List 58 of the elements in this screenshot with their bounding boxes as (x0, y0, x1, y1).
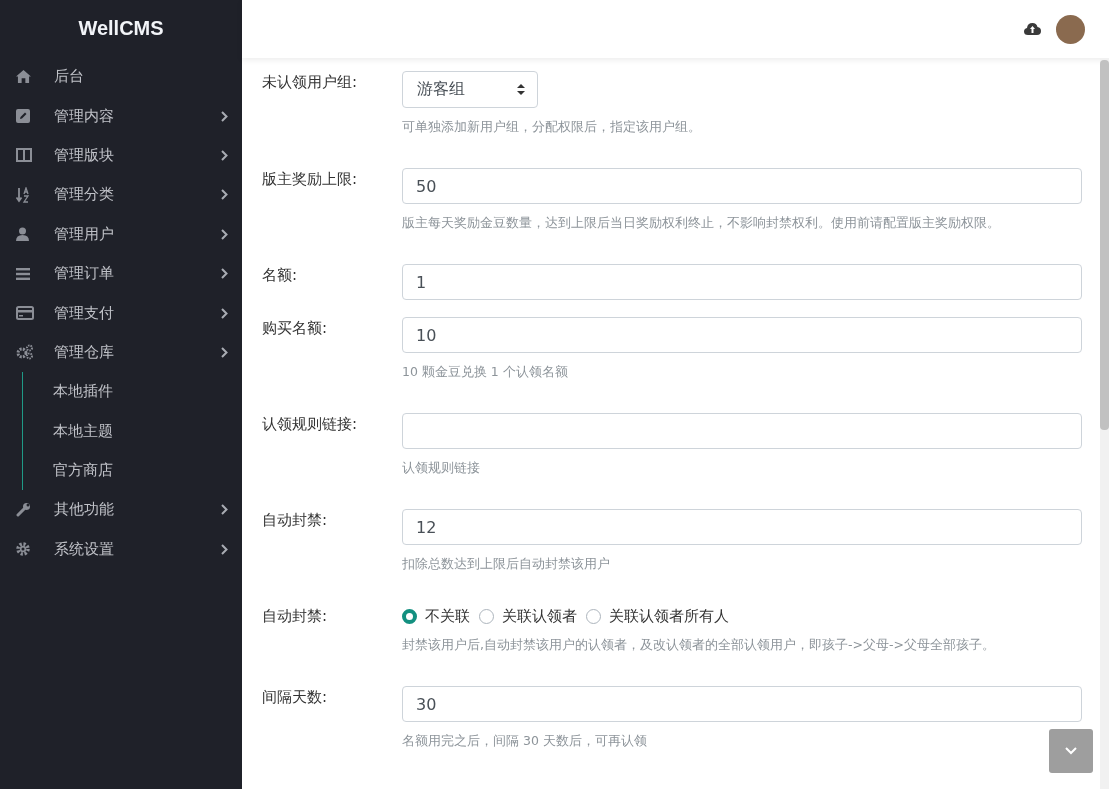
help-text: 版主每天奖励金豆数量，达到上限后当日奖励权利终止，不影响封禁权利。使用前请配置版主奖励权限。 (402, 214, 1001, 231)
field-label: 自动封禁: (262, 510, 329, 531)
help-text: 扣除总数达到上限后自动封禁该用户 (402, 555, 611, 572)
sidebar-item[interactable]: 管理用户 (0, 214, 242, 254)
input-field[interactable]: 30 (402, 686, 1082, 722)
gears-icon (16, 344, 34, 361)
home-icon (16, 70, 31, 84)
sidebar-item[interactable]: 管理分类 (0, 175, 242, 215)
settings-icon (16, 542, 30, 557)
select-field[interactable]: 游客组 (402, 71, 538, 108)
field-label: 认领规则链接: (262, 414, 359, 435)
submenu-item[interactable]: 本地主题 (23, 411, 242, 451)
avatar[interactable] (1056, 14, 1085, 44)
scrollbar[interactable] (1100, 58, 1109, 789)
input-field[interactable]: 50 (402, 168, 1082, 204)
credit-card-icon (16, 306, 34, 321)
sidebar-item[interactable]: 管理仓库 (0, 332, 242, 373)
help-text: 认领规则链接 (402, 459, 481, 476)
help-text: 名额用完之后，间隔 30 天数后，可再认领 (402, 732, 648, 749)
help-text: 10 颗金豆兑换 1 个认领名额 (402, 363, 569, 380)
sort-caret-icon (517, 84, 525, 95)
edit-icon (16, 109, 30, 124)
radio-label[interactable]: 不关联 (425, 607, 470, 626)
input-field[interactable] (402, 413, 1082, 449)
sort-icon (16, 186, 32, 203)
chevron-down-icon (1065, 747, 1077, 755)
field-label: 名额: (262, 265, 299, 286)
sidebar-item[interactable]: 管理内容 (0, 96, 242, 136)
radio-button[interactable] (402, 609, 417, 624)
user-icon (16, 227, 29, 242)
columns-icon (16, 148, 32, 163)
field-label: 未认领用户组: (262, 72, 359, 93)
sidebar-item[interactable]: 系统设置 (0, 529, 242, 570)
scroll-button[interactable] (1049, 729, 1093, 773)
cloud-upload-icon[interactable] (1024, 23, 1041, 35)
radio-button[interactable] (479, 609, 494, 624)
radio-label[interactable]: 关联认领者 (502, 607, 577, 626)
field-label: 自动封禁: (262, 606, 329, 627)
sidebar-item[interactable]: 其他功能 (0, 490, 242, 530)
radio-button[interactable] (586, 609, 601, 624)
wrench-icon (16, 502, 31, 518)
submenu-item[interactable]: 本地插件 (23, 372, 242, 412)
sidebar-item[interactable]: 管理订单 (0, 253, 242, 294)
submenu-item[interactable]: 官方商店 (23, 450, 242, 491)
field-label: 版主奖励上限: (262, 169, 359, 190)
input-field[interactable]: 12 (402, 509, 1082, 545)
sidebar-item[interactable]: 后台 (0, 57, 242, 97)
list-icon (16, 267, 30, 280)
sidebar-item[interactable]: 管理支付 (0, 293, 242, 333)
logo-text: WellCMS (77, 16, 165, 41)
radio-label[interactable]: 关联认领者所有人 (609, 607, 729, 626)
sidebar-item[interactable]: 管理版块 (0, 135, 242, 176)
help-text: 封禁该用户后,自动封禁该用户的认领者，及改认领者的全部认领用户，即孩子->父母->父母全部孩子。 (402, 636, 996, 653)
input-field[interactable]: 1 (402, 264, 1082, 300)
field-label: 间隔天数: (262, 687, 329, 708)
field-label: 购买名额: (262, 318, 329, 339)
help-text: 可单独添加新用户组，分配权限后，指定该用户组。 (402, 118, 702, 135)
input-field[interactable]: 10 (402, 317, 1082, 353)
